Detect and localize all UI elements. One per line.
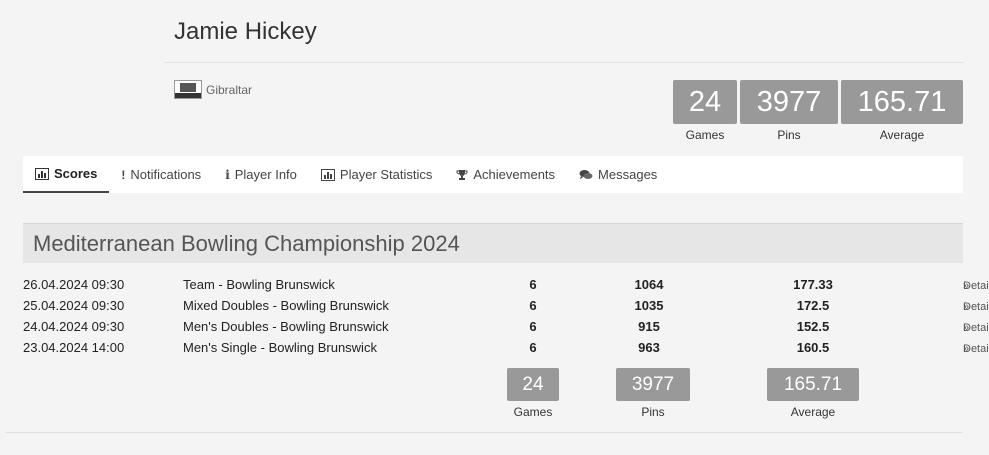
stat-games-value: 24 [673,80,737,124]
table-row: 24.04.2024 09:30 Men's Doubles - Bowling… [23,316,989,337]
player-name: Jamie Hickey [174,18,317,45]
tab-player-statistics[interactable]: Player Statistics [309,156,444,193]
row-event: Men's Single - Bowling Brunswick [183,340,377,355]
info-icon: i [225,167,230,182]
tab-notifications[interactable]: ! Notifications [109,156,213,193]
total-average-label: Average [790,405,836,419]
table-row: 25.04.2024 09:30 Mixed Doubles - Bowling… [23,295,989,316]
row-games: 6 [529,298,537,313]
details-label: Details [963,301,989,313]
trophy-icon [456,169,468,181]
stat-games: 24 Games [673,80,737,142]
profile-tabs: Scores ! Notifications i Player Info Pla… [23,156,963,193]
stat-average: 165.71 Average [841,80,963,142]
tab-achievements-label: Achievements [473,167,556,182]
tab-notifications-label: Notifications [130,167,202,182]
row-event: Mixed Doubles - Bowling Brunswick [183,298,389,313]
total-average-value: 165.71 [767,368,859,401]
row-games: 6 [529,340,537,355]
total-games-value: 24 [507,368,559,401]
stat-average-label: Average [879,128,925,142]
table-row: 26.04.2024 09:30 Team - Bowling Brunswic… [23,274,989,295]
total-pins-label: Pins [641,405,665,419]
row-date: 25.04.2024 09:30 [23,298,125,313]
details-label: Details [963,343,989,355]
tab-achievements[interactable]: Achievements [444,156,567,193]
comments-icon [579,169,593,181]
row-games: 6 [529,319,537,334]
row-pins: 1064 [634,277,664,292]
total-games-label: Games [513,405,553,419]
table-row: 23.04.2024 14:00 Men's Single - Bowling … [23,337,989,358]
tab-scores[interactable]: Scores [23,156,110,193]
row-games: 6 [529,277,537,292]
row-date: 24.04.2024 09:30 [23,319,125,334]
bar-chart-icon [35,167,49,180]
championship-title: Mediterranean Bowling Championship 2024 [33,231,460,256]
total-games: 24 Games [507,368,559,419]
tab-player-statistics-label: Player Statistics [339,167,433,182]
stat-pins-label: Pins [777,128,801,142]
exclamation-icon: ! [121,167,126,182]
header-divider [164,62,964,63]
total-average: 165.71 Average [767,368,859,419]
row-average: 177.33 [793,277,833,292]
details-label: Details [963,322,989,334]
row-date: 23.04.2024 14:00 [23,340,125,355]
row-date: 26.04.2024 09:30 [23,277,125,292]
tab-messages-label: Messages [598,167,658,182]
gibraltar-flag-icon [174,80,202,99]
stat-games-label: Games [685,128,725,142]
row-average: 172.5 [796,298,830,313]
bar-chart-icon [320,168,335,181]
tab-messages[interactable]: Messages [567,156,669,193]
tab-scores-label: Scores [54,166,98,181]
tab-player-info-label: Player Info [234,167,297,182]
total-pins: 3977 Pins [616,368,690,419]
row-average: 160.5 [796,340,830,355]
championship-header: Mediterranean Bowling Championship 2024 [23,223,963,263]
section-divider [5,432,963,433]
row-event: Men's Doubles - Bowling Brunswick [183,319,389,334]
details-label: Details [963,280,989,292]
stat-pins: 3977 Pins [740,80,838,142]
row-average: 152.5 [796,319,830,334]
row-pins: 1035 [634,298,664,313]
row-pins: 915 [638,319,660,334]
tab-player-info[interactable]: i Player Info [213,156,309,193]
country-name: Gibraltar [206,82,253,97]
stat-pins-value: 3977 [740,80,838,124]
row-event: Team - Bowling Brunswick [183,277,335,292]
stat-average-value: 165.71 [841,80,963,124]
total-pins-value: 3977 [616,368,690,401]
row-pins: 963 [638,340,660,355]
country-info: Gibraltar [174,80,252,99]
